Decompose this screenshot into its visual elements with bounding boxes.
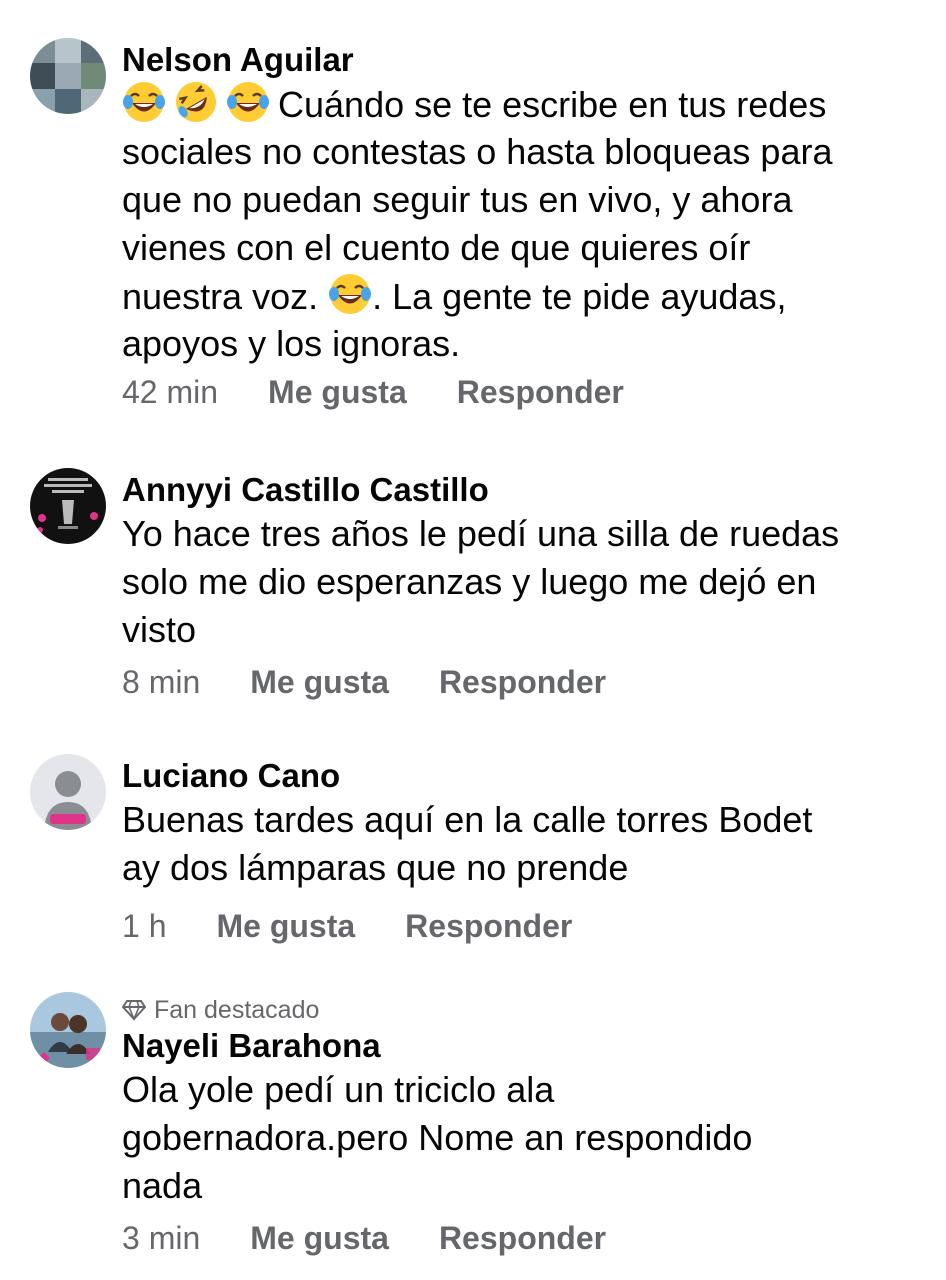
comment-text: Ola yole pedí un triciclo ala gobernador… — [122, 1066, 922, 1210]
reply-button[interactable]: Responder — [457, 372, 624, 412]
comment-text-line: . La gente te pide ayudas, — [372, 276, 787, 317]
comment-text-line: ay dos lámparas que no prende — [122, 847, 629, 888]
comment-text-line: visto — [122, 609, 197, 650]
comment-text-line: solo me dio esperanzas y luego me dejó e… — [122, 561, 817, 602]
comment-text-line: apoyos y los ignoras. — [122, 323, 461, 364]
comment-text-line: Ola yole pedí un triciclo ala — [122, 1069, 555, 1110]
comment-actions: 1 h Me gusta Responder — [122, 906, 922, 946]
badge-label: Fan destacado — [154, 996, 320, 1024]
avatar[interactable] — [30, 468, 106, 544]
comment-actions: 3 min Me gusta Responder — [122, 1218, 922, 1258]
comment-author[interactable]: Luciano Cano — [122, 756, 922, 796]
comment-timestamp[interactable]: 1 h — [122, 906, 166, 946]
comment-text: Buenas tardes aquí en la calle torres Bo… — [122, 796, 922, 892]
comment-timestamp[interactable]: 42 min — [122, 372, 218, 412]
reply-button[interactable]: Responder — [439, 1218, 606, 1258]
comment-timestamp[interactable]: 8 min — [122, 662, 200, 702]
comment-actions: 42 min Me gusta Responder — [122, 372, 922, 412]
avatar[interactable] — [30, 754, 106, 830]
comment-author[interactable]: Nelson Aguilar — [122, 40, 922, 80]
comment-text: Yo hace tres años le pedí una silla de r… — [122, 510, 922, 654]
diamond-icon — [122, 999, 146, 1021]
comment-author[interactable]: Nayeli Barahona — [122, 1026, 922, 1066]
comment-text: Cuándo se te escribe en tus redes social… — [122, 80, 922, 368]
comment-text-line: Yo hace tres años le pedí una silla de r… — [122, 513, 840, 554]
fan-badge[interactable]: Fan destacado — [122, 994, 922, 1026]
comment-text-line: Buenas tardes aquí en la calle torres Bo… — [122, 799, 813, 840]
comment-text-line: sociales no contestas o hasta bloqueas p… — [122, 131, 833, 172]
avatar[interactable] — [30, 38, 106, 114]
reply-button[interactable]: Responder — [405, 906, 572, 946]
comment-timestamp[interactable]: 3 min — [122, 1218, 200, 1258]
reply-button[interactable]: Responder — [439, 662, 606, 702]
comment-text-line: que no puedan seguir tus en vivo, y ahor… — [122, 179, 793, 220]
like-button[interactable]: Me gusta — [216, 906, 355, 946]
comment-actions: 8 min Me gusta Responder — [122, 662, 922, 702]
avatar[interactable] — [30, 992, 106, 1068]
comment-text-line: nuestra voz. — [122, 276, 319, 317]
comment-text-line: nada — [122, 1165, 203, 1206]
comment-text-line: Cuándo se te escribe en tus redes — [278, 84, 827, 125]
like-button[interactable]: Me gusta — [250, 662, 389, 702]
comment-author[interactable]: Annyyi Castillo Castillo — [122, 470, 922, 510]
comment-text-line: vienes con el cuento de que quieres oír — [122, 227, 751, 268]
comment-text-line: gobernadora.pero Nome an respondido — [122, 1117, 753, 1158]
like-button[interactable]: Me gusta — [250, 1218, 389, 1258]
like-button[interactable]: Me gusta — [268, 372, 407, 412]
